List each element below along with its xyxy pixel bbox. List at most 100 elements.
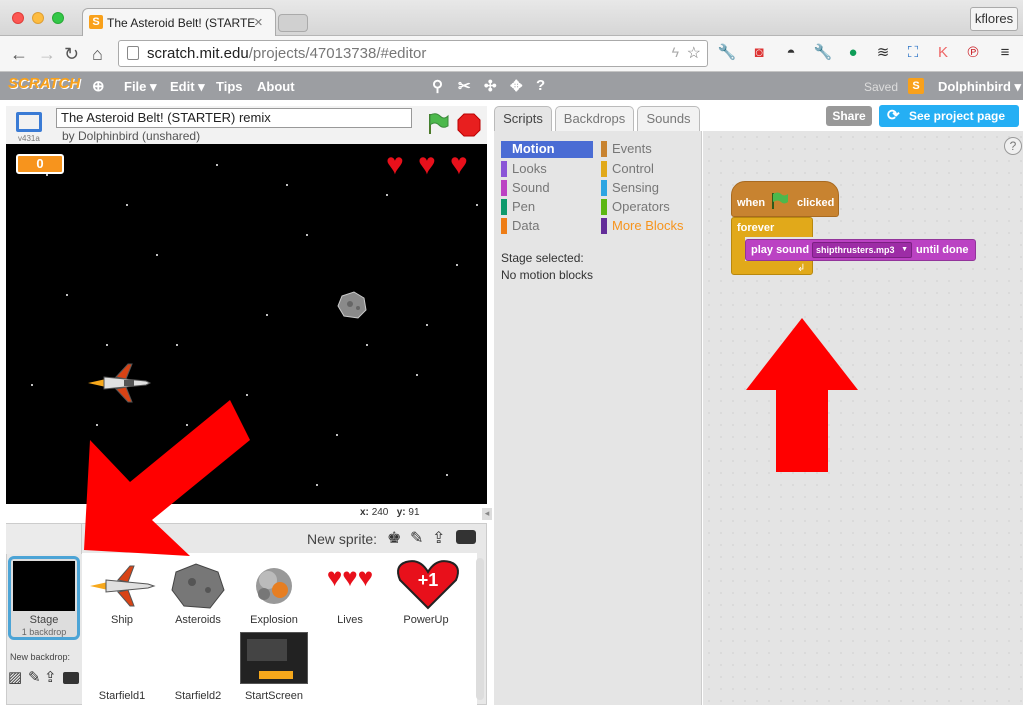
upload-backdrop-icon[interactable]: ⇪: [44, 668, 57, 686]
home-icon[interactable]: ⌂: [92, 44, 103, 65]
grow-tool-icon[interactable]: ✣: [484, 77, 497, 95]
heart-icon: ♥: [418, 148, 436, 181]
category-color-bar: [601, 161, 607, 177]
collapse-stage-icon[interactable]: ◂: [482, 508, 492, 520]
category-sensing[interactable]: Sensing: [601, 180, 659, 196]
see-project-label: See project page: [908, 109, 1006, 123]
bookmark-star-icon[interactable]: ☆: [687, 43, 701, 63]
loop-arrow-icon: ↲: [797, 263, 806, 274]
category-color-bar: [501, 180, 507, 196]
screen-capture-icon[interactable]: ⛶: [902, 42, 924, 64]
paint-backdrop-icon[interactable]: ✎: [28, 668, 41, 686]
category-color-bar: [601, 141, 607, 157]
ship-sprite-icon[interactable]: [86, 362, 154, 404]
tab-scripts[interactable]: Scripts: [494, 106, 552, 133]
new-backdrop-label: New backdrop:: [10, 652, 71, 662]
see-project-page-button[interactable]: ⟳ See project page: [879, 105, 1019, 127]
reload-icon[interactable]: ↻: [64, 44, 79, 65]
heart-icon: ♥: [386, 148, 404, 181]
category-color-bar: [501, 199, 507, 215]
forward-icon[interactable]: →: [38, 44, 56, 65]
new-sprite-label: New sprite:: [307, 531, 378, 547]
asteroid-sprite-icon[interactable]: [336, 290, 368, 320]
project-title-input[interactable]: The Asteroid Belt! (STARTER) remix: [56, 108, 412, 128]
username-menu[interactable]: Dolphinbird ▾: [938, 79, 1021, 95]
url-host: scratch.mit.edu: [147, 45, 249, 62]
palette-info-line1: Stage selected:: [501, 251, 584, 265]
category-motion[interactable]: Motion: [501, 141, 593, 158]
pocket-icon[interactable]: ◙: [748, 42, 770, 64]
sound-dropdown[interactable]: shipthrusters.mp3 ▼: [812, 242, 912, 258]
tips-menu[interactable]: Tips: [216, 79, 243, 94]
category-color-bar: [501, 161, 507, 177]
category-data[interactable]: Data: [501, 218, 539, 234]
share-button[interactable]: Share: [826, 106, 872, 126]
user-avatar[interactable]: S: [908, 78, 924, 94]
stop-sign-icon[interactable]: [457, 113, 481, 137]
category-control[interactable]: Control: [601, 161, 654, 177]
minimize-window-icon[interactable]: [32, 12, 44, 24]
wrench-icon-2[interactable]: 🔧: [812, 42, 834, 64]
heart-icon: ♥: [450, 148, 468, 181]
maximize-window-icon[interactable]: [52, 12, 64, 24]
red-down-left-arrow-annotation: [84, 400, 250, 556]
page-icon: [127, 46, 139, 60]
sprite-name-starfield2[interactable]: Starfield2: [162, 690, 234, 702]
sprite-list-scrollbar[interactable]: [476, 558, 484, 700]
kiss-icon[interactable]: K: [932, 42, 954, 64]
tab-sounds[interactable]: Sounds: [637, 106, 700, 132]
browser-tab[interactable]: The Asteroid Belt! (STARTE: [82, 8, 276, 37]
category-events[interactable]: Events: [601, 141, 652, 157]
browser-user-button[interactable]: kflores: [970, 7, 1018, 31]
choose-backdrop-icon[interactable]: ▨: [8, 668, 22, 686]
choose-sprite-icon[interactable]: ♚: [387, 528, 401, 548]
paint-sprite-icon[interactable]: ✎: [410, 528, 423, 548]
mask-icon[interactable]: ◓: [780, 42, 802, 64]
url-path: /projects/47013738/#editor: [248, 45, 427, 62]
file-menu[interactable]: File ▾: [124, 79, 157, 95]
close-window-icon[interactable]: [12, 12, 24, 24]
palette-info-line2: No motion blocks: [501, 268, 594, 282]
green-flag-icon[interactable]: [426, 112, 450, 136]
category-pen[interactable]: Pen: [501, 199, 535, 215]
category-more-blocks[interactable]: More Blocks: [601, 218, 684, 234]
lightning-icon[interactable]: ϟ: [672, 44, 679, 60]
wrench-icon[interactable]: 🔧: [716, 42, 738, 64]
category-label: Control: [612, 161, 654, 176]
category-color-bar: [601, 199, 607, 215]
tab-backdrops[interactable]: Backdrops: [555, 106, 634, 132]
globe-icon[interactable]: ⊕: [92, 77, 105, 95]
scratch-logo[interactable]: SCRATCH: [8, 75, 80, 92]
tab-close-icon[interactable]: ×: [254, 14, 263, 31]
scratch-favicon-icon: S: [89, 15, 103, 29]
edit-menu[interactable]: Edit ▾: [170, 79, 205, 95]
pinterest-icon[interactable]: ℗: [962, 42, 984, 64]
sprite-thumb-powerup[interactable]: +1: [392, 556, 464, 612]
sprite-thumb-startscreen[interactable]: [240, 632, 308, 684]
duplicate-tool-icon[interactable]: ⚲: [432, 77, 443, 95]
about-menu[interactable]: About: [257, 79, 295, 94]
category-sound[interactable]: Sound: [501, 180, 550, 196]
camera-sprite-icon[interactable]: [456, 530, 476, 544]
cut-tool-icon[interactable]: ✂: [458, 77, 471, 95]
sprite-thumb-lives[interactable]: ♥♥♥: [314, 562, 386, 602]
back-icon[interactable]: ←: [10, 44, 28, 65]
category-operators[interactable]: Operators: [601, 199, 670, 215]
hangouts-icon[interactable]: ●: [842, 42, 864, 64]
category-looks[interactable]: Looks: [501, 161, 547, 177]
url-bar[interactable]: scratch.mit.edu/projects/47013738/#edito…: [118, 40, 708, 67]
fullscreen-icon[interactable]: [16, 112, 42, 132]
chrome-menu-icon[interactable]: ≡: [994, 42, 1016, 64]
camera-backdrop-icon[interactable]: [63, 672, 79, 684]
new-tab-button[interactable]: [278, 14, 308, 32]
sprite-name-starfield1[interactable]: Starfield1: [86, 690, 158, 702]
upload-sprite-icon[interactable]: ⇪: [432, 528, 445, 548]
category-label: Sensing: [612, 180, 659, 195]
sprite-name-powerup: PowerUp: [403, 614, 449, 626]
sprite-name-explosion: Explosion: [250, 614, 298, 626]
help-tool-icon[interactable]: ?: [536, 77, 545, 94]
sprite-name-startscreen: StartScreen: [244, 690, 304, 702]
help-icon[interactable]: ?: [1004, 137, 1022, 155]
shrink-tool-icon[interactable]: ✥: [510, 77, 523, 95]
layers-icon[interactable]: ≋: [872, 42, 894, 64]
